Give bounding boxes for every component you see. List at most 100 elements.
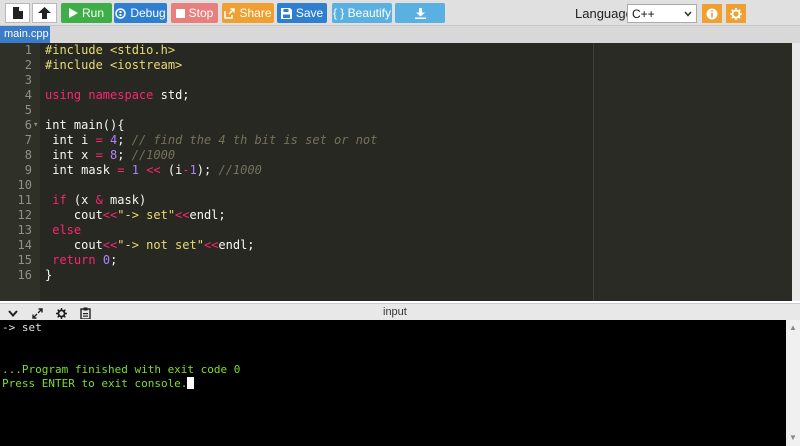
line-number: 2 [24,58,32,72]
line-number: 10 [17,178,32,192]
code-line: 6 ▾ int main(){ [0,118,593,133]
console-settings-button[interactable] [54,307,68,319]
stop-icon [175,8,185,18]
code-line: 1 #include <stdio.h> [0,43,593,58]
file-tab-bar: main.cpp [0,26,800,43]
code-line: 3 [0,73,593,88]
code-text: int mask = 1 << (i-1); //1000 [45,163,262,177]
expand-icon [31,307,43,319]
tab-label: main.cpp [4,28,49,40]
code-text: int i = 4; // find the 4 th bit is set o… [45,133,378,147]
language-label: Language [575,6,633,21]
code-text: #include <stdio.h> [45,43,176,57]
text-cursor [187,377,195,389]
code-line: 11 if (x & mask) [0,193,593,208]
debug-button[interactable]: Debug [114,3,167,23]
expand-button[interactable] [30,307,44,319]
run-button[interactable]: Run [61,3,112,23]
code-text: using namespace std; [45,88,190,102]
code-line: 8 int x = 8; //1000 [0,148,593,163]
console-title: input [383,306,407,318]
console-prompt-text: Press ENTER to exit console. [2,377,188,390]
clear-console-button[interactable] [78,307,92,319]
code-editor[interactable]: 1 #include <stdio.h> 2 #include <iostrea… [0,43,800,301]
line-number: 13 [17,223,32,237]
run-label: Run [81,6,104,20]
debug-icon [115,7,127,19]
code-text: } [45,268,53,282]
new-file-button[interactable] [5,3,30,23]
code-line: 13 else [0,223,593,238]
chevron-down-icon [8,309,18,317]
clipboard-icon [79,307,91,319]
line-number: 4 [24,88,32,102]
code-line: 2 #include <iostream> [0,58,593,73]
console-output[interactable]: -> set ...Program finished with exit cod… [0,320,786,446]
collapse-button[interactable] [6,307,20,319]
gear-icon [55,307,67,319]
share-label: Share [239,6,272,20]
share-icon [224,7,236,19]
debug-label: Debug [130,6,166,20]
settings-button[interactable] [726,4,746,23]
language-value: C++ [632,6,655,21]
line-number: 16 [17,268,32,282]
share-button[interactable]: Share [222,3,274,23]
code-line: 10 [0,178,593,193]
info-button[interactable] [702,4,722,23]
console-prompt-line: Press ENTER to exit console. [2,377,195,391]
code-line: 7 int i = 4; // find the 4 th bit is set… [0,133,593,148]
info-icon [706,8,718,19]
scroll-up-icon[interactable]: ▲ [789,323,797,332]
gear-icon [730,7,742,20]
print-margin [593,43,594,301]
line-number: 5 [24,103,32,117]
line-number: 7 [24,133,32,147]
code-text: #include <iostream> [45,58,183,72]
save-button[interactable]: Save [277,3,327,23]
upload-button[interactable] [32,3,57,23]
console-scrollbar[interactable]: ▲ ▼ [786,320,800,446]
line-number: 8 [24,148,32,162]
line-number: 15 [17,253,32,267]
code-text: cout<<"-> set"<<endl; [45,208,226,222]
code-text: else [52,223,82,237]
save-icon [280,7,292,19]
console-finished-line: ...Program finished with exit code 0 [2,363,241,376]
beautify-button[interactable]: { } Beautify [332,3,392,23]
print-margin-area [594,43,792,301]
fold-arrow-icon[interactable]: ▾ [33,118,38,133]
tab-main-cpp[interactable]: main.cpp [0,26,50,43]
code-line: 14 cout<<"-> not set"<<endl; [0,238,593,253]
code-line: 5 [0,103,593,118]
line-number: 6 [24,118,32,132]
line-number: 1 [24,43,32,57]
save-label: Save [295,6,324,20]
line-number: 11 [17,193,32,207]
line-number: 12 [17,208,32,222]
code-line: 12 cout<<"-> set"<<endl; [0,208,593,223]
code-line: 15 return 0; [0,253,593,268]
code-text: int main(){ [45,118,125,132]
line-number: 9 [24,163,32,177]
toolbar: Run Debug Stop Share Save { } Beautify L… [0,0,800,26]
code-line: 16 } [0,268,593,283]
file-icon [12,7,23,19]
stop-label: Stop [188,6,214,20]
code-text: if (x & mask) [52,193,147,207]
console-panel-header: input [0,303,800,320]
line-number: 14 [17,238,32,252]
language-select[interactable]: C++ [627,4,697,23]
code-line: 9 int mask = 1 << (i-1); //1000 [0,163,593,178]
line-number: 3 [24,73,32,87]
download-button[interactable] [395,3,445,23]
console-output-line: -> set [2,321,42,334]
code-text: int x = 8; //1000 [45,148,176,162]
code-text: return 0; [52,253,118,267]
download-icon [414,7,426,19]
scroll-down-icon[interactable]: ▼ [789,433,797,442]
stop-button[interactable]: Stop [171,3,218,23]
code-text: cout<<"-> not set"<<endl; [45,238,255,252]
chevron-down-icon [684,11,692,17]
code-line: 4 using namespace std; [0,88,593,103]
